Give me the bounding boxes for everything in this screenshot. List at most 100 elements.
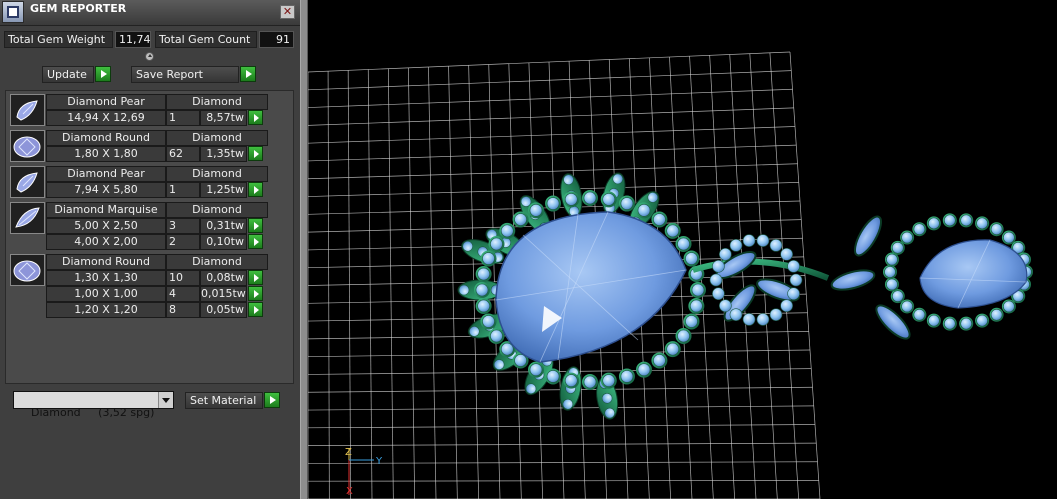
link-pave-stone <box>756 313 770 326</box>
gem-size: 4,00 X 2,00 <box>46 234 166 250</box>
set-material-play-icon[interactable] <box>264 392 280 408</box>
drop-halo-pave-stone <box>944 214 956 227</box>
gem-material: Diamond <box>166 166 268 182</box>
material-dropdown[interactable]: Diamond (3,52 spg) <box>13 391 174 419</box>
drop-halo-pave-stone <box>901 231 913 244</box>
drop-halo-pave-stone <box>913 223 926 236</box>
pear-gem-thumbnail[interactable] <box>10 94 45 126</box>
save-report-button[interactable]: Save Report <box>131 66 239 83</box>
collapse-toggle-icon[interactable] <box>145 52 154 61</box>
total-gem-count-value: 91 <box>259 31 294 48</box>
drop-halo-pave-stone <box>886 278 898 291</box>
link-pave-stone <box>742 234 756 247</box>
halo-pave-stone <box>564 193 578 206</box>
select-gem-play-icon[interactable] <box>248 302 263 317</box>
marquise-gem-thumbnail[interactable] <box>10 202 45 234</box>
update-button[interactable]: Update <box>42 66 94 83</box>
link-pave-stone <box>712 287 725 300</box>
link-pave-stone <box>729 308 743 321</box>
update-button-label: Update <box>47 68 87 81</box>
x-axis-label: X <box>346 486 353 497</box>
halo-pave-stone <box>583 191 597 205</box>
link-pave-stone <box>719 247 732 261</box>
panel-splitter[interactable] <box>300 0 308 499</box>
drop-halo-pave-stone <box>928 314 940 327</box>
link-pave-stone <box>780 299 793 313</box>
round-gem-thumbnail[interactable] <box>10 130 45 162</box>
drop-halo-pave-stone <box>990 308 1003 321</box>
select-gem-play-icon[interactable] <box>248 146 263 161</box>
select-gem-play-icon[interactable] <box>248 270 263 285</box>
select-gem-play-icon[interactable] <box>248 234 263 249</box>
y-axis-label: Y <box>375 456 383 467</box>
halo-pave-stone <box>685 252 698 265</box>
halo-pave-stone <box>677 329 690 343</box>
viewport-canvas[interactable]: Z Y X <box>308 0 1057 499</box>
halo-pave-stone <box>602 193 616 206</box>
halo-pave-stone <box>546 197 560 210</box>
main-pear-gem <box>495 211 687 363</box>
set-material-button[interactable]: Set Material <box>185 392 263 409</box>
grid-line <box>308 480 819 482</box>
gem-weight: 0,05tw <box>200 302 247 318</box>
3d-viewport[interactable]: Z Y X <box>308 0 1057 499</box>
gem-count: 4 <box>166 286 200 302</box>
link-pave-stone <box>712 260 725 273</box>
halo-pave-stone <box>666 342 680 356</box>
halo-pave-stone <box>666 224 680 238</box>
halo-pave-stone <box>620 197 634 210</box>
drop-halo-pave-stone <box>928 217 940 230</box>
select-gem-play-icon[interactable] <box>248 182 263 197</box>
link-pave-stone <box>756 234 770 247</box>
gem-material: Diamond <box>166 202 268 218</box>
pear-gem-thumbnail[interactable] <box>10 166 45 198</box>
gem-count: 2 <box>166 234 200 250</box>
save-report-play-icon[interactable] <box>240 66 256 82</box>
halo-pave-stone <box>564 374 578 387</box>
update-play-icon[interactable] <box>95 66 111 82</box>
halo-pave-stone <box>546 370 560 383</box>
close-icon[interactable]: ✕ <box>280 5 295 19</box>
marquise-gem <box>830 269 876 291</box>
drop-halo-pave-stone <box>884 266 896 278</box>
gem-count: 8 <box>166 302 200 318</box>
halo-pave-stone <box>653 213 666 226</box>
gem-reporter-icon <box>2 1 24 23</box>
gem-material: Diamond <box>166 94 268 110</box>
gem-shape: Diamond Pear <box>46 94 166 110</box>
gem-material: Diamond <box>166 254 268 270</box>
chevron-down-icon[interactable] <box>158 392 173 408</box>
title-bar[interactable]: GEM REPORTER ✕ <box>0 0 300 26</box>
drop-halo-pave-stone <box>1003 300 1015 313</box>
link-pave-stone <box>787 287 800 300</box>
select-gem-play-icon[interactable] <box>248 110 263 125</box>
drop-halo-pave-stone <box>886 253 898 266</box>
halo-pave-stone <box>690 299 703 313</box>
gem-shape: Diamond Pear <box>46 166 166 182</box>
gem-size: 1,80 X 1,80 <box>46 146 166 162</box>
halo-pave-stone <box>490 329 503 343</box>
round-gem-thumbnail[interactable] <box>10 254 45 286</box>
drop-halo-pave-stone <box>944 317 956 330</box>
halo-pave-stone <box>475 283 489 297</box>
save-report-button-label: Save Report <box>136 68 203 81</box>
select-gem-play-icon[interactable] <box>248 218 263 233</box>
link-pave-stone <box>769 239 783 252</box>
total-gem-count-label: Total Gem Count <box>155 31 257 48</box>
halo-pave-stone <box>602 374 616 387</box>
total-gem-weight-value: 11,74 <box>115 31 151 48</box>
drop-halo-pave-stone <box>976 314 988 327</box>
gem-weight: 0,08tw <box>200 270 247 286</box>
gem-weight: 1,35tw <box>200 146 247 162</box>
halo-pave-stone <box>691 283 705 297</box>
gem-material: Diamond <box>166 130 268 146</box>
link-pave-stone <box>787 260 800 273</box>
halo-pave-stone <box>637 204 651 217</box>
gem-shape: Diamond Round <box>46 130 166 146</box>
drop-halo-pave-stone <box>960 214 972 227</box>
halo-pave-stone <box>653 354 666 367</box>
select-gem-play-icon[interactable] <box>248 286 263 301</box>
gem-size: 1,00 X 1,00 <box>46 286 166 302</box>
halo-pave-stone <box>514 213 527 226</box>
halo-pave-stone <box>620 370 634 383</box>
